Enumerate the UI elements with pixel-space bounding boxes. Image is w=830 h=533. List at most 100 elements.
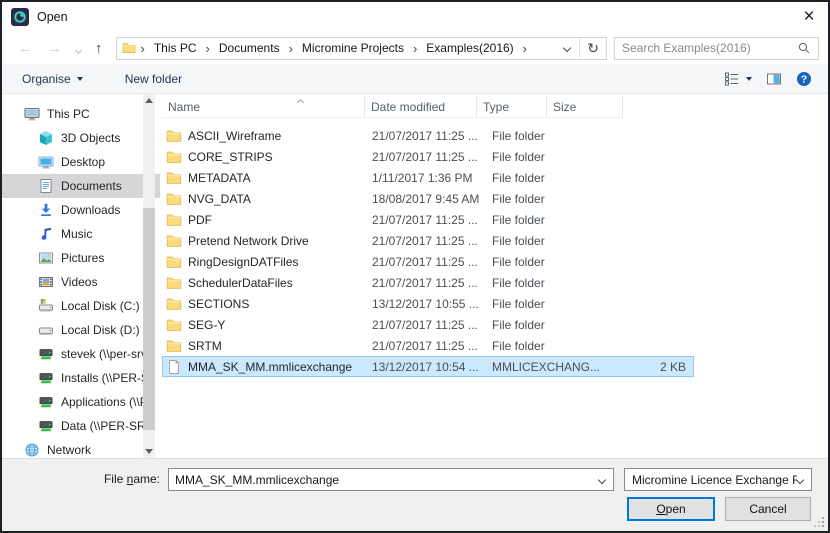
column-header-name[interactable]: Name — [162, 96, 365, 118]
column-header-type[interactable]: Type — [477, 96, 547, 118]
column-header-date-modified[interactable]: Date modified — [365, 96, 477, 118]
videos-icon — [38, 274, 54, 290]
folder-icon — [166, 170, 182, 186]
diskwin-icon — [38, 298, 54, 314]
address-dropdown-chevron-icon[interactable] — [555, 43, 579, 53]
sort-ascending-icon — [296, 94, 305, 108]
breadcrumb-separator-icon[interactable]: › — [518, 41, 532, 56]
sidebar-item-pictures[interactable]: Pictures — [2, 246, 160, 270]
dialog-footer: File name: Micromine Licence Exchange F … — [2, 458, 828, 531]
refresh-icon[interactable]: ↻ — [580, 40, 606, 57]
breadcrumb-item-this-pc[interactable]: This PC — [150, 41, 201, 55]
cube-icon — [38, 130, 54, 146]
sidebar-item-desktop[interactable]: Desktop — [2, 150, 160, 174]
file-row-core-strips[interactable]: CORE_STRIPS 21/07/2017 11:25 ... File fo… — [162, 146, 694, 167]
recent-locations-chevron-icon[interactable] — [69, 41, 88, 56]
open-button[interactable]: Open — [627, 497, 715, 521]
file-row-schedulerdatafiles[interactable]: SchedulerDataFiles 21/07/2017 11:25 ... … — [162, 272, 694, 293]
help-icon[interactable] — [796, 71, 812, 87]
details-view-icon — [724, 71, 740, 87]
new-folder-button[interactable]: New folder — [125, 72, 182, 86]
sidebar-item-documents[interactable]: Documents — [2, 174, 160, 198]
file-row-nvg-data[interactable]: NVG_DATA 18/08/2017 9:45 AM File folder — [162, 188, 694, 209]
folder-icon — [166, 275, 182, 291]
organise-button[interactable]: Organise — [22, 72, 83, 86]
netdrive-icon — [38, 346, 54, 362]
file-name-input[interactable] — [169, 472, 599, 487]
folder-icon — [166, 191, 182, 207]
scroll-down-icon[interactable] — [143, 445, 155, 458]
scroll-up-icon[interactable] — [143, 94, 155, 107]
sidebar-item-3d-objects[interactable]: 3D Objects — [2, 126, 160, 150]
sidebar-item-applications-p[interactable]: Applications (\\P — [2, 390, 160, 414]
file-name-dropdown-chevron-icon[interactable] — [597, 475, 613, 484]
sidebar-item-music[interactable]: Music — [2, 222, 160, 246]
file-row-srtm[interactable]: SRTM 21/07/2017 11:25 ... File folder — [162, 335, 694, 356]
folder-icon — [166, 254, 182, 270]
breadcrumb: › This PC › Documents › Micromine Projects › Ex… — [136, 41, 533, 56]
folder-icon — [166, 296, 182, 312]
disk-icon — [38, 322, 54, 338]
up-icon[interactable]: ↑ — [88, 41, 110, 56]
sidebar-item-stevek-per-srv[interactable]: stevek (\\per-srv — [2, 342, 160, 366]
sidebar-item-data-per-srv[interactable]: Data (\\PER-SRV — [2, 414, 160, 438]
column-header-size[interactable]: Size — [547, 96, 623, 118]
file-row-pretend-network-drive[interactable]: Pretend Network Drive 21/07/2017 11:25 .… — [162, 230, 694, 251]
document-icon — [38, 178, 54, 194]
file-row-sections[interactable]: SECTIONS 13/12/2017 10:55 ... File folde… — [162, 293, 694, 314]
back-icon[interactable]: ← — [11, 41, 40, 56]
file-list: Name Date modified Type Size ASCII_Wiref… — [160, 94, 828, 458]
search-box[interactable] — [614, 36, 819, 60]
folder-icon — [166, 128, 182, 144]
resize-grip[interactable] — [813, 516, 825, 528]
address-bar[interactable]: › This PC › Documents › Micromine Projects › Ex… — [115, 36, 607, 60]
sidebar-item-local-disk-c[interactable]: Local Disk (C:) — [2, 294, 160, 318]
breadcrumb-item-documents[interactable]: Documents — [215, 41, 284, 55]
title-bar[interactable]: Open × — [2, 2, 828, 32]
sidebar-item-videos[interactable]: Videos — [2, 270, 160, 294]
folder-icon — [122, 41, 136, 55]
file-row-mma-sk-mm-mmlicexchange[interactable]: MMA_SK_MM.mmlicexchange 13/12/2017 10:54… — [162, 356, 694, 377]
breadcrumb-separator-icon[interactable]: › — [408, 41, 422, 56]
micromine-app-icon — [11, 8, 29, 26]
cancel-button[interactable]: Cancel — [725, 497, 811, 521]
forward-icon[interactable]: → — [40, 41, 69, 56]
sidebar-item-downloads[interactable]: Downloads — [2, 198, 160, 222]
file-icon — [166, 359, 182, 375]
breadcrumb-separator-icon[interactable]: › — [136, 41, 150, 56]
sidebar-item-network[interactable]: Network — [2, 438, 160, 458]
folder-icon — [166, 317, 182, 333]
file-row-ascii-wireframe[interactable]: ASCII_Wireframe 21/07/2017 11:25 ... Fil… — [162, 125, 694, 146]
window-title: Open — [37, 10, 68, 24]
file-row-pdf[interactable]: PDF 21/07/2017 11:25 ... File folder — [162, 209, 694, 230]
scrollbar-thumb[interactable] — [143, 208, 155, 430]
sidebar-item-this-pc[interactable]: This PC — [2, 102, 160, 126]
breadcrumb-item-examples-2016[interactable]: Examples(2016) — [422, 41, 517, 55]
breadcrumb-separator-icon[interactable]: › — [201, 41, 215, 56]
sidebar-item-installs-per-s[interactable]: Installs (\\PER-S — [2, 366, 160, 390]
view-mode-button[interactable] — [724, 71, 752, 87]
file-type-dropdown[interactable]: Micromine Licence Exchange F — [624, 468, 812, 491]
command-toolbar: Organise New folder — [2, 64, 828, 94]
netdrive-icon — [38, 370, 54, 386]
sidebar: This PC 3D Objects Desktop Documents Dow… — [2, 94, 160, 458]
netdrive-icon — [38, 394, 54, 410]
search-input[interactable] — [615, 41, 797, 55]
search-icon — [797, 41, 811, 55]
pc-icon — [24, 106, 40, 122]
file-row-metadata[interactable]: METADATA 1/11/2017 1:36 PM File folder — [162, 167, 694, 188]
sidebar-item-local-disk-d[interactable]: Local Disk (D:) — [2, 318, 160, 342]
file-type-value: Micromine Licence Exchange F — [632, 472, 797, 487]
folder-icon — [166, 233, 182, 249]
globe-icon — [24, 442, 40, 458]
folder-icon — [166, 338, 182, 354]
file-name-combobox[interactable] — [168, 468, 614, 491]
breadcrumb-item-micromine-projects[interactable]: Micromine Projects — [298, 41, 408, 55]
file-row-seg-y[interactable]: SEG-Y 21/07/2017 11:25 ... File folder — [162, 314, 694, 335]
desktop-icon — [38, 154, 54, 170]
file-row-ringdesigndatfiles[interactable]: RingDesignDATFiles 21/07/2017 11:25 ... … — [162, 251, 694, 272]
close-icon[interactable]: × — [796, 5, 822, 29]
preview-pane-icon[interactable] — [766, 71, 782, 87]
breadcrumb-separator-icon[interactable]: › — [284, 41, 298, 56]
sidebar-scrollbar[interactable] — [143, 94, 155, 458]
